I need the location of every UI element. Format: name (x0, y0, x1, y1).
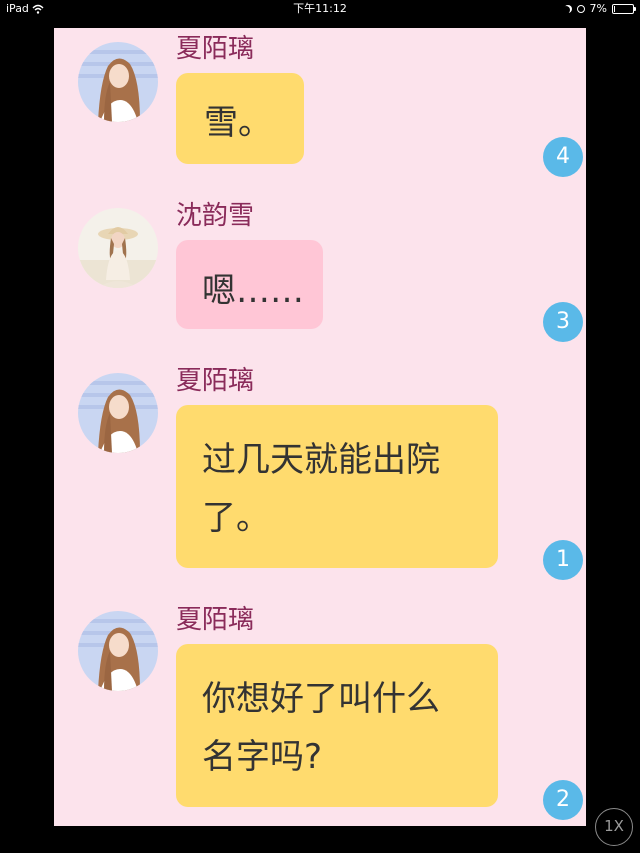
avatar-girl-long-hair-icon (78, 611, 158, 691)
sender-name: 夏陌璃 (176, 366, 255, 396)
message-text-line: 你想好了叫什么 (202, 679, 440, 719)
sender-avatar[interactable] (78, 611, 158, 691)
screen: iPad 下午11:12 7% 夏陌璃 雪。 4 沈韵雪 嗯…… 3 夏陌璃 过… (0, 0, 640, 853)
message-text-line: 名字吗? (202, 737, 323, 777)
zoom-toggle-button[interactable]: 1X (595, 808, 633, 846)
battery-icon (612, 4, 636, 14)
status-time: 下午11:12 (293, 2, 347, 15)
message-number-badge: 2 (543, 780, 583, 820)
message-number-badge: 1 (543, 540, 583, 580)
sender-avatar[interactable] (78, 42, 158, 122)
avatar-girl-long-hair-icon (78, 373, 158, 453)
message-bubble[interactable]: 雪。 (176, 73, 304, 164)
message-bubble[interactable]: 嗯…… (176, 240, 323, 329)
status-bar: iPad 下午11:12 7% (0, 0, 640, 18)
battery-percent: 7% (589, 2, 607, 15)
chat-panel[interactable]: 夏陌璃 雪。 4 沈韵雪 嗯…… 3 夏陌璃 过几天就能出院 了。 1 夏陌璃 … (54, 28, 586, 826)
sender-name: 沈韵雪 (176, 201, 255, 231)
sender-name: 夏陌璃 (176, 34, 255, 64)
sender-avatar[interactable] (78, 373, 158, 453)
message-number-badge: 4 (543, 137, 583, 177)
message-bubble[interactable]: 你想好了叫什么 名字吗? (176, 644, 498, 807)
message-bubble[interactable]: 过几天就能出院 了。 (176, 405, 498, 568)
alarm-icon (576, 5, 585, 13)
battery-fill (614, 6, 615, 12)
message-text-line: 了。 (202, 498, 270, 538)
message-number-badge: 3 (543, 302, 583, 342)
status-right-group: 7% (562, 0, 636, 18)
message-text: 嗯…… (202, 271, 304, 311)
moon-icon (562, 6, 570, 14)
avatar-girl-long-hair-icon (78, 42, 158, 122)
message-text: 雪。 (204, 103, 272, 143)
sender-avatar[interactable] (78, 208, 158, 288)
message-text-line: 过几天就能出院 (202, 440, 440, 480)
sender-name: 夏陌璃 (176, 605, 255, 635)
avatar-girl-sunhat-icon (78, 208, 158, 288)
